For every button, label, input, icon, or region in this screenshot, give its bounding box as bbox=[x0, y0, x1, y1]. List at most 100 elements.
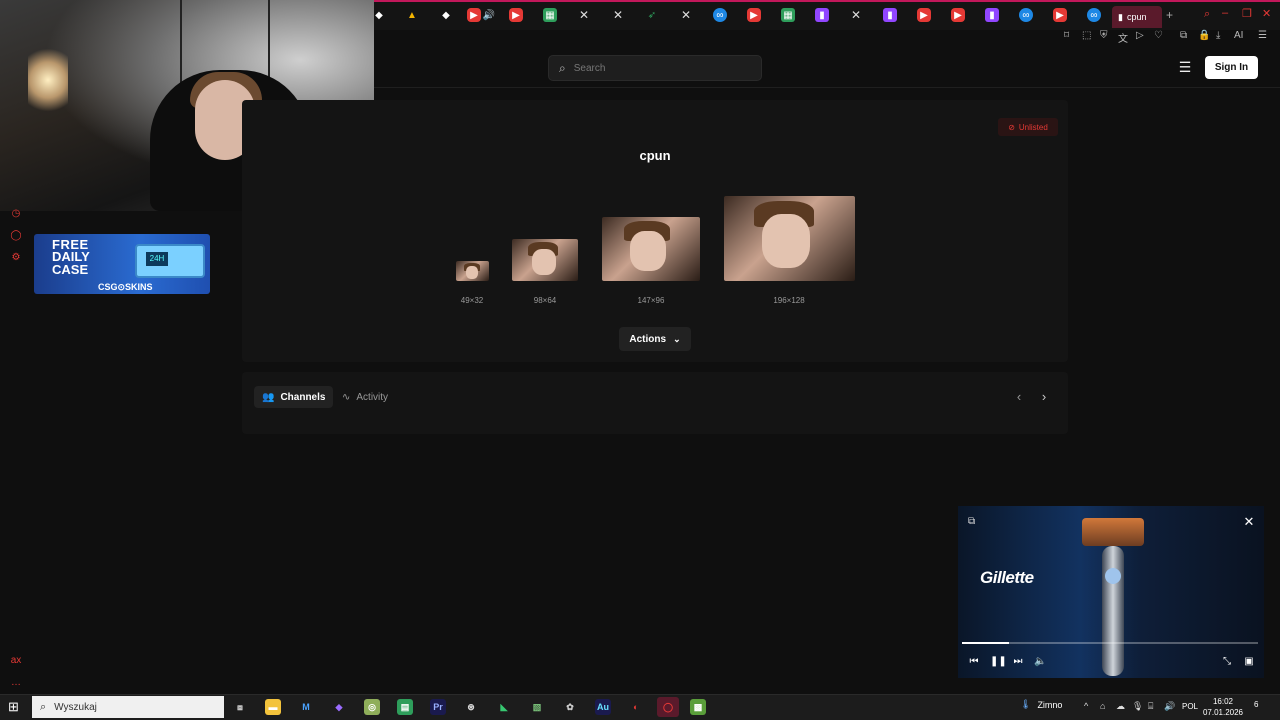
download-icon[interactable]: ⤓ bbox=[1216, 30, 1220, 41]
volume-icon[interactable]: 🔊 bbox=[1164, 701, 1175, 712]
history-icon[interactable]: ◷ bbox=[10, 208, 22, 220]
tab-favicon-icon[interactable]: ∞ bbox=[1019, 8, 1033, 22]
size-label-4x: 196×128 bbox=[773, 296, 805, 305]
taskbar-search-input[interactable] bbox=[54, 701, 205, 713]
extensions-icon[interactable]: ⧉ bbox=[1180, 30, 1187, 41]
sign-in-button[interactable]: Sign In bbox=[1205, 56, 1258, 79]
pip-progress-fill bbox=[962, 642, 1010, 644]
app-icon[interactable]: ◎ bbox=[364, 699, 380, 715]
app-icon[interactable]: ✿ bbox=[562, 699, 578, 715]
tab-activity[interactable]: ∿ Activity bbox=[340, 386, 410, 408]
minimize-icon[interactable]: – bbox=[1222, 7, 1228, 19]
youtube-tab-icon[interactable]: ▶ bbox=[509, 8, 523, 22]
lock-icon[interactable]: 🔒 bbox=[1198, 30, 1210, 41]
youtube-tab-icon[interactable]: ▶ bbox=[917, 8, 931, 22]
size-label-2x: 98×64 bbox=[533, 296, 557, 305]
previous-page-button[interactable]: ‹ bbox=[1012, 389, 1026, 405]
x-tab-icon[interactable]: ✕ bbox=[577, 8, 591, 22]
app-icon[interactable]: ▤ bbox=[397, 699, 413, 715]
language-indicator[interactable]: POL bbox=[1182, 702, 1198, 711]
fullscreen-icon[interactable]: ▣ bbox=[1243, 656, 1255, 668]
emote-preview-2x bbox=[512, 239, 578, 281]
maximize-icon[interactable]: ❐ bbox=[1242, 7, 1252, 20]
page-title: cpun bbox=[639, 148, 671, 163]
microphone-icon[interactable]: 🎙 bbox=[1132, 701, 1143, 712]
sheets-tab-icon[interactable]: ▦ bbox=[543, 8, 557, 22]
tray-icon[interactable]: ⌂ bbox=[1100, 701, 1105, 711]
new-tab-button[interactable]: + bbox=[1166, 8, 1173, 22]
chat-icon[interactable]: ◯ bbox=[10, 230, 22, 242]
tab-favicon-icon[interactable]: ◆ bbox=[439, 8, 453, 22]
previous-track-icon[interactable]: ⏮ bbox=[968, 656, 980, 668]
browser-menu-icon[interactable]: ☰ bbox=[1258, 30, 1267, 41]
hamburger-menu-icon[interactable]: ☰ bbox=[1176, 59, 1194, 75]
clock-time[interactable]: 16:02 bbox=[1205, 697, 1241, 706]
close-window-icon[interactable]: ✕ bbox=[1262, 7, 1271, 20]
status-badge-label: Unlisted bbox=[1018, 122, 1048, 132]
more-icon[interactable]: … bbox=[10, 677, 22, 689]
youtube-tab-icon[interactable]: ▶ bbox=[747, 8, 761, 22]
next-track-icon[interactable]: ⏭ bbox=[1012, 656, 1024, 668]
tab-favicon-icon[interactable]: ∞ bbox=[1087, 8, 1101, 22]
sheets-tab-icon[interactable]: ▦ bbox=[781, 8, 795, 22]
actions-button[interactable]: Actions ⌄ bbox=[619, 327, 691, 351]
search-input[interactable] bbox=[573, 62, 744, 74]
clock-date[interactable]: 07.01.2026 bbox=[1201, 708, 1245, 717]
twitch-tab-icon[interactable]: ▮ bbox=[883, 8, 897, 22]
active-tab[interactable]: ▮ cpun bbox=[1112, 6, 1162, 28]
ai-button[interactable]: AI bbox=[1234, 30, 1243, 41]
tab-channels[interactable]: 👥 Channels bbox=[254, 386, 333, 408]
taskbar-search[interactable]: ⌕ bbox=[32, 696, 224, 718]
file-explorer-icon[interactable]: ▬ bbox=[265, 699, 281, 715]
tab-favicon-icon[interactable]: ▲ bbox=[405, 8, 419, 22]
audition-icon[interactable]: Au bbox=[595, 699, 611, 715]
pip-close-icon[interactable]: ✕ bbox=[1242, 514, 1256, 529]
app-icon[interactable]: ◆ bbox=[331, 699, 347, 715]
tray-icon[interactable]: ☁ bbox=[1116, 701, 1125, 712]
screenshot-icon[interactable]: ⬚ bbox=[1082, 30, 1091, 41]
play-icon[interactable]: ▷ bbox=[1136, 30, 1144, 41]
premiere-pro-icon[interactable]: Pr bbox=[430, 699, 446, 715]
steam-icon[interactable]: ⊛ bbox=[463, 699, 479, 715]
tab-favicon-icon[interactable]: ➶ bbox=[645, 8, 659, 22]
x-tab-icon[interactable]: ✕ bbox=[611, 8, 625, 22]
audio-icon[interactable]: 🔊 bbox=[482, 8, 496, 22]
heart-icon[interactable]: ♡ bbox=[1154, 30, 1163, 41]
tab-favicon-icon[interactable]: ◆ bbox=[372, 8, 386, 22]
x-tab-icon[interactable]: ✕ bbox=[849, 8, 863, 22]
minecraft-icon[interactable]: ▩ bbox=[690, 699, 706, 715]
next-page-button[interactable]: › bbox=[1037, 389, 1051, 405]
shield-icon[interactable]: ⛨ bbox=[1100, 30, 1108, 41]
pause-icon[interactable]: ❚❚ bbox=[990, 656, 1007, 668]
bookmark-icon[interactable]: ⌑ bbox=[1064, 30, 1069, 41]
x-tab-icon[interactable]: ✕ bbox=[679, 8, 693, 22]
app-icon[interactable]: ▧ bbox=[529, 699, 545, 715]
youtube-tab-icon[interactable]: ▶ bbox=[467, 8, 481, 22]
app-icon[interactable]: ◣ bbox=[496, 699, 512, 715]
weather-widget[interactable]: 🌡 Zimno bbox=[1020, 699, 1062, 710]
volume-icon[interactable]: 🔈 bbox=[1034, 656, 1046, 668]
youtube-tab-icon[interactable]: ▶ bbox=[951, 8, 965, 22]
youtube-tab-icon[interactable]: ▶ bbox=[1053, 8, 1067, 22]
sidebar-footer-icon[interactable]: ax bbox=[10, 655, 22, 667]
pip-back-to-tab-icon[interactable]: ⧉ bbox=[968, 516, 980, 528]
search-tabs-icon[interactable]: ⌕ bbox=[1204, 8, 1210, 21]
picture-in-picture-video[interactable] bbox=[958, 506, 1264, 678]
browser-taskbar-icon[interactable]: ◯ bbox=[657, 697, 679, 717]
tray-overflow-icon[interactable]: ^ bbox=[1084, 701, 1088, 711]
settings-icon[interactable]: ⚙ bbox=[10, 252, 22, 264]
search-icon: ⌕ bbox=[559, 60, 566, 75]
search-box[interactable]: ⌕ bbox=[548, 55, 762, 81]
windows-start-icon[interactable]: ⊞ bbox=[8, 700, 22, 714]
app-icon[interactable]: M bbox=[298, 699, 314, 715]
twitch-tab-icon[interactable]: ▮ bbox=[815, 8, 829, 22]
tab-favicon-icon[interactable]: ∞ bbox=[713, 8, 727, 22]
app-icon[interactable]: ◐ bbox=[628, 699, 644, 715]
toggle-size-icon[interactable]: ⤡ bbox=[1221, 656, 1233, 668]
network-icon[interactable]: ⌸ bbox=[1148, 701, 1153, 712]
twitch-tab-icon[interactable]: ▮ bbox=[985, 8, 999, 22]
task-view-icon[interactable]: ⧈ bbox=[232, 699, 248, 715]
ad-badge: 24H bbox=[146, 252, 168, 266]
translate-icon[interactable]: 文 bbox=[1118, 30, 1128, 45]
notification-center-icon[interactable]: 6 bbox=[1254, 699, 1268, 713]
